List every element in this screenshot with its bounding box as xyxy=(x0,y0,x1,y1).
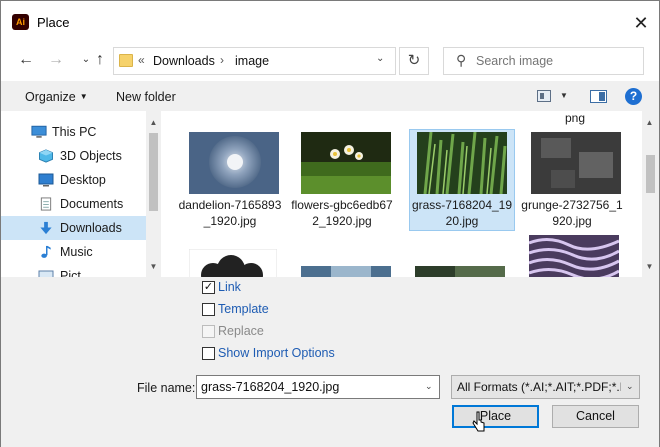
document-icon xyxy=(40,197,52,211)
link-checkbox[interactable]: ✓ xyxy=(202,281,215,294)
organize-label: Organize xyxy=(25,90,76,104)
file-tile-dandelion[interactable]: dandelion-7165893_1920.jpg xyxy=(178,129,284,231)
dandelion-thumbnail xyxy=(189,132,279,194)
replace-checkbox xyxy=(202,325,215,338)
close-icon[interactable]: ✕ xyxy=(623,9,659,37)
download-arrow-icon xyxy=(40,221,52,235)
file-list: png dandelion-7165893_1920.jpg flowers-g… xyxy=(161,111,659,277)
address-bar[interactable]: « Downloads › image ⌄ xyxy=(113,47,396,75)
template-label[interactable]: Template xyxy=(218,302,269,316)
file-name-field[interactable] xyxy=(201,378,416,396)
replace-label: Replace xyxy=(218,324,264,338)
scroll-down-arrow-icon[interactable]: ▼ xyxy=(642,259,657,275)
search-box[interactable]: ⚲ xyxy=(443,47,644,75)
computer-icon xyxy=(31,125,47,138)
cancel-button[interactable]: Cancel xyxy=(552,405,639,428)
file-tile-flowers[interactable]: flowers-gbc6edb672_1920.jpg xyxy=(290,129,396,231)
nav-item-music[interactable]: Music xyxy=(1,240,146,264)
nav-label-documents: Documents xyxy=(60,197,124,211)
breadcrumb-separator-icon: › xyxy=(220,53,224,67)
nav-item-3d-objects[interactable]: 3D Objects xyxy=(1,144,146,168)
grunge-thumbnail xyxy=(531,132,621,194)
breadcrumb-overflow[interactable]: « xyxy=(138,53,145,67)
up-arrow-icon[interactable]: ↑ xyxy=(89,49,111,71)
file-list-scroll-thumb[interactable] xyxy=(646,155,655,193)
show-import-options-checkbox[interactable] xyxy=(202,347,215,360)
desktop-icon xyxy=(38,173,54,187)
file-type-select[interactable]: All Formats (*.AI;*.AIT;*.PDF;*.D ⌄ xyxy=(451,375,640,399)
file-type-value: All Formats (*.AI;*.AIT;*.PDF;*.D xyxy=(457,380,621,394)
link-label[interactable]: Link xyxy=(218,280,241,294)
back-arrow-icon[interactable]: ← xyxy=(15,49,37,71)
search-icon: ⚲ xyxy=(456,52,467,68)
nav-label-3d-objects: 3D Objects xyxy=(60,149,122,163)
file-name-combobox[interactable]: ⌄ xyxy=(196,375,440,399)
flowers-thumbnail xyxy=(301,132,391,194)
file-name-label: grunge-2732756_1920.jpg xyxy=(521,198,623,228)
place-options: ✓ Link Template Replace Show Import Opti… xyxy=(1,277,659,447)
cloud-thumbnail[interactable] xyxy=(189,249,277,277)
nav-item-documents[interactable]: Documents xyxy=(1,192,146,216)
search-input[interactable] xyxy=(476,49,636,73)
view-options-caret-icon[interactable]: ▼ xyxy=(560,91,568,100)
nav-label-music: Music xyxy=(60,245,93,259)
file-name-label: flowers-gbc6edb672_1920.jpg xyxy=(291,198,393,228)
music-note-icon xyxy=(41,245,51,258)
title-bar: Ai Place ✕ xyxy=(1,1,659,41)
zebra-pattern-thumbnail[interactable] xyxy=(529,235,619,277)
nav-label-downloads: Downloads xyxy=(60,221,122,235)
new-folder-button[interactable]: New folder xyxy=(116,90,176,104)
scroll-up-arrow-icon[interactable]: ▲ xyxy=(642,115,657,131)
file-list-scrollbar[interactable]: ▲ ▼ xyxy=(642,111,659,277)
file-name-field-label: File name: xyxy=(137,381,196,395)
partial-file-label[interactable]: png xyxy=(565,111,585,125)
nav-item-desktop[interactable]: Desktop xyxy=(1,168,146,192)
place-button[interactable]: Place xyxy=(452,405,539,428)
nav-item-downloads[interactable]: Downloads xyxy=(1,216,146,240)
refresh-button[interactable]: ↻ xyxy=(399,47,429,75)
scroll-up-arrow-icon[interactable]: ▲ xyxy=(146,115,161,131)
nav-scrollbar[interactable]: ▲ ▼ xyxy=(146,111,161,277)
cube-icon xyxy=(39,149,53,163)
scroll-down-arrow-icon[interactable]: ▼ xyxy=(146,259,161,275)
change-view-icon[interactable] xyxy=(537,90,551,102)
breadcrumb-downloads[interactable]: Downloads xyxy=(153,54,215,68)
navigation-pane: This PC 3D Objects Desktop Documents Dow… xyxy=(1,111,161,283)
show-import-options-label[interactable]: Show Import Options xyxy=(218,346,335,360)
command-bar: Organize ▼ New folder ▼ ? xyxy=(1,81,659,111)
file-type-dropdown-chevron-icon[interactable]: ⌄ xyxy=(626,381,634,392)
caret-down-icon: ▼ xyxy=(79,92,88,101)
nav-scroll-thumb[interactable] xyxy=(149,133,158,211)
preview-pane-icon[interactable] xyxy=(590,90,607,103)
mouse-pointer-icon xyxy=(472,411,485,432)
folder-icon xyxy=(119,54,133,67)
sky-thumbnail[interactable] xyxy=(301,266,391,277)
forward-arrow-icon[interactable]: → xyxy=(45,49,67,71)
illustrator-app-icon: Ai xyxy=(12,14,29,30)
template-checkbox[interactable] xyxy=(202,303,215,316)
landscape-thumbnail[interactable] xyxy=(415,266,505,277)
address-row: ← → ⌄ ↑ « Downloads › image ⌄ ↻ ⚲ xyxy=(1,41,659,81)
nav-label-desktop: Desktop xyxy=(60,173,106,187)
help-icon[interactable]: ? xyxy=(625,88,642,105)
file-tile-grass[interactable]: grass-7168204_1920.jpg xyxy=(409,129,515,231)
file-tile-grunge[interactable]: grunge-2732756_1920.jpg xyxy=(520,129,626,231)
breadcrumb-image[interactable]: image xyxy=(235,54,269,68)
address-dropdown-chevron-icon[interactable]: ⌄ xyxy=(376,53,384,64)
file-name-dropdown-chevron-icon[interactable]: ⌄ xyxy=(425,381,433,392)
file-name-label: dandelion-7165893_1920.jpg xyxy=(178,198,282,228)
nav-item-this-pc[interactable]: This PC xyxy=(1,120,146,144)
organize-menu[interactable]: Organize ▼ xyxy=(25,90,88,104)
nav-label-this-pc: This PC xyxy=(52,125,97,139)
place-dialog: Ai Place ✕ ← → ⌄ ↑ « Downloads › image ⌄… xyxy=(0,0,660,447)
file-name-label: grass-7168204_1920.jpg xyxy=(411,198,513,228)
grass-thumbnail xyxy=(417,132,507,194)
dialog-title: Place xyxy=(37,15,70,30)
